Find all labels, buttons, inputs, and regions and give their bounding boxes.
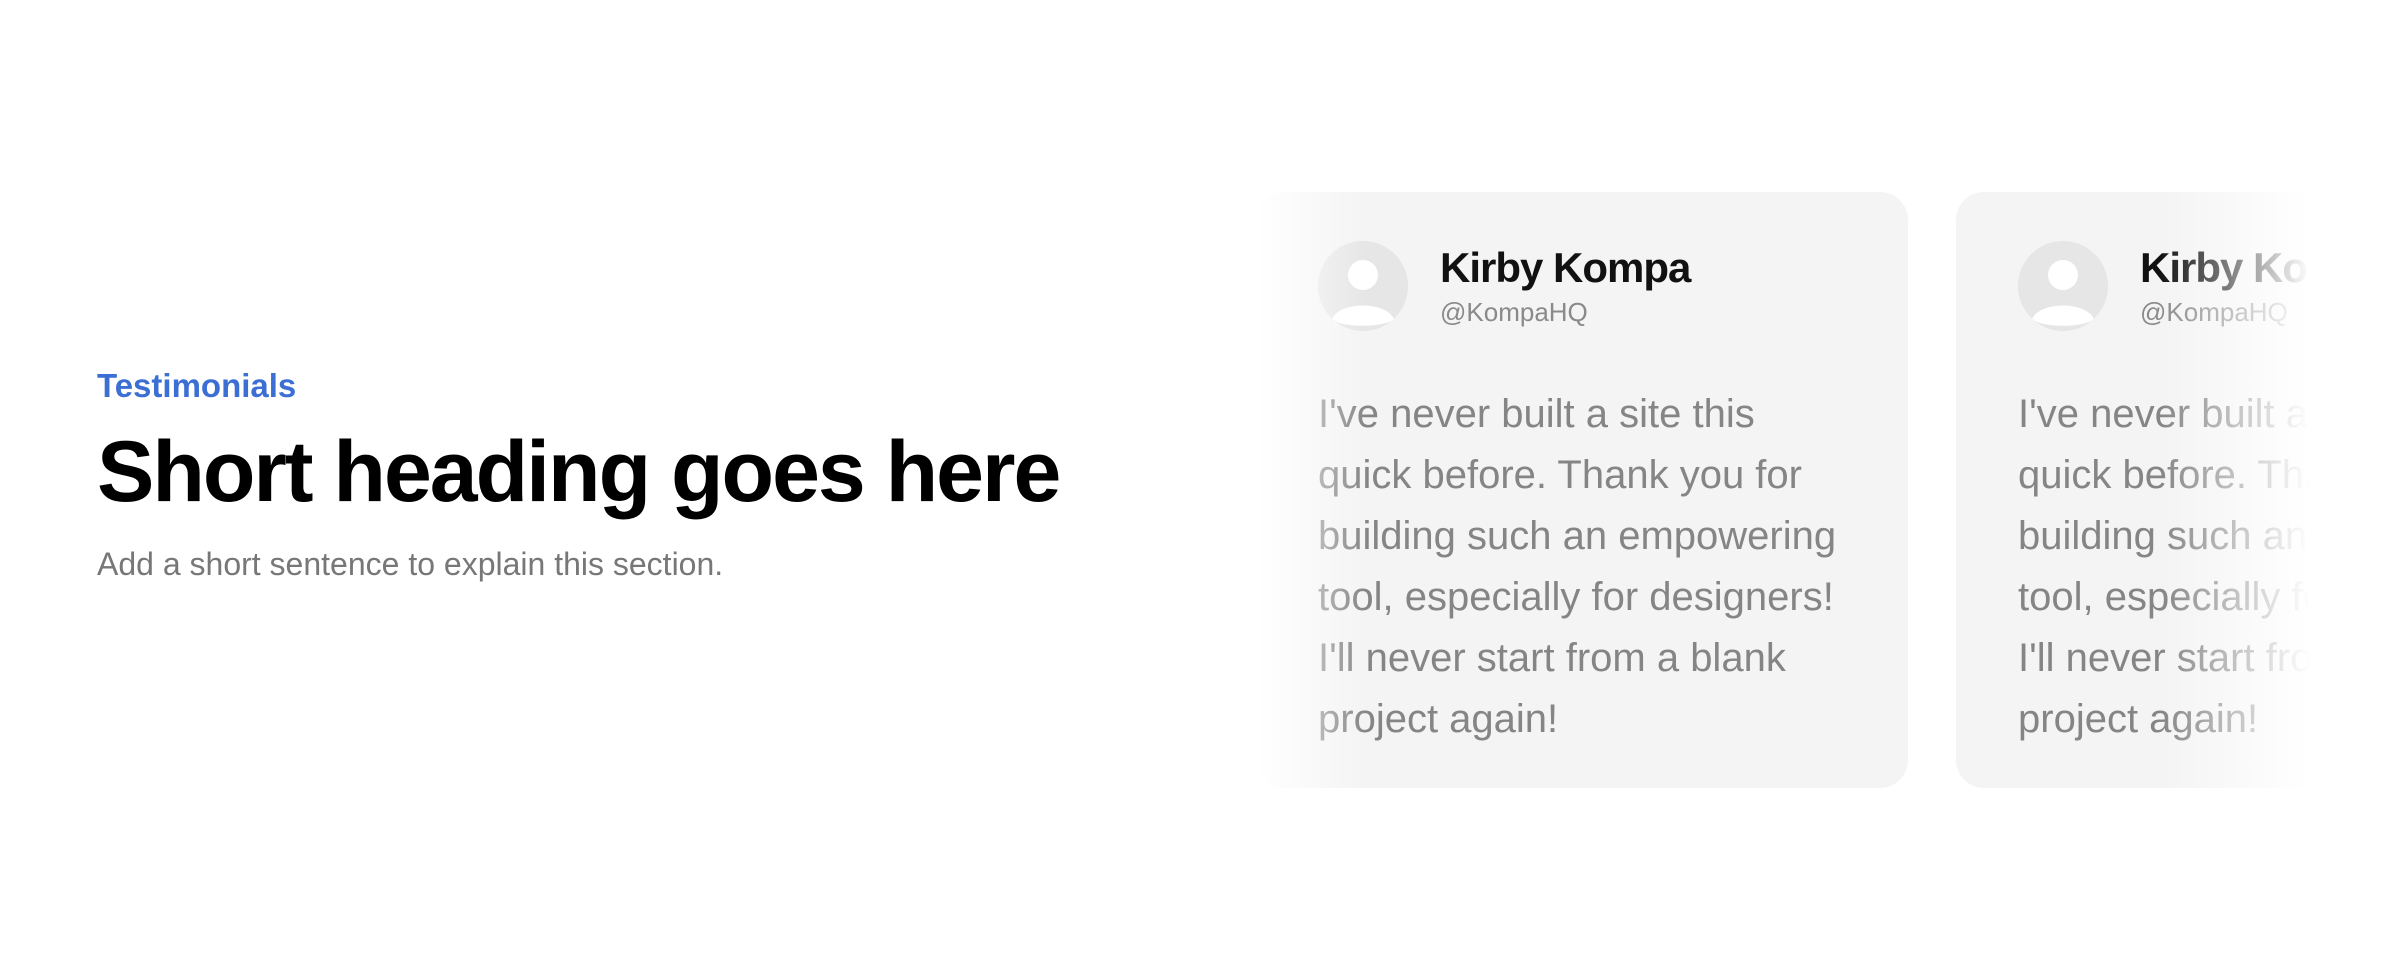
section-eyebrow: Testimonials: [97, 367, 297, 404]
author-name: Kirby Kompa: [1440, 244, 1691, 291]
author-handle: @KompaHQ: [1440, 297, 1588, 327]
author-details: Kirby Kompa @KompaHQ: [2140, 243, 2310, 329]
testimonial-carousel[interactable]: Kirby Kompa @KompaHQ I've never built a …: [1256, 192, 2310, 788]
section-intro: Testimonials Short heading goes here Add…: [97, 366, 1097, 584]
carousel-track: Kirby Kompa @KompaHQ I've never built a …: [1256, 192, 2310, 788]
section-heading: Short heading goes here: [97, 424, 1061, 520]
testimonial-quote: I've never built a site this quick befor…: [2018, 392, 2310, 741]
author-name: Kirby Kompa: [2140, 244, 2310, 291]
testimonial-author: Kirby Kompa @KompaHQ: [1318, 240, 1860, 332]
section-subtitle: Add a short sentence to explain this sec…: [97, 546, 724, 582]
user-avatar-icon: [1318, 241, 1408, 331]
testimonial-card: Kirby Kompa @KompaHQ I've never built a …: [1256, 192, 1908, 788]
testimonial-quote: I've never built a site this quick befor…: [1318, 392, 1837, 741]
testimonial-card: Kirby Kompa @KompaHQ I've never built a …: [1956, 192, 2310, 788]
user-avatar-icon: [2018, 241, 2108, 331]
author-details: Kirby Kompa @KompaHQ: [1440, 243, 1691, 329]
author-handle: @KompaHQ: [2140, 297, 2288, 327]
testimonial-author: Kirby Kompa @KompaHQ: [2018, 240, 2310, 332]
